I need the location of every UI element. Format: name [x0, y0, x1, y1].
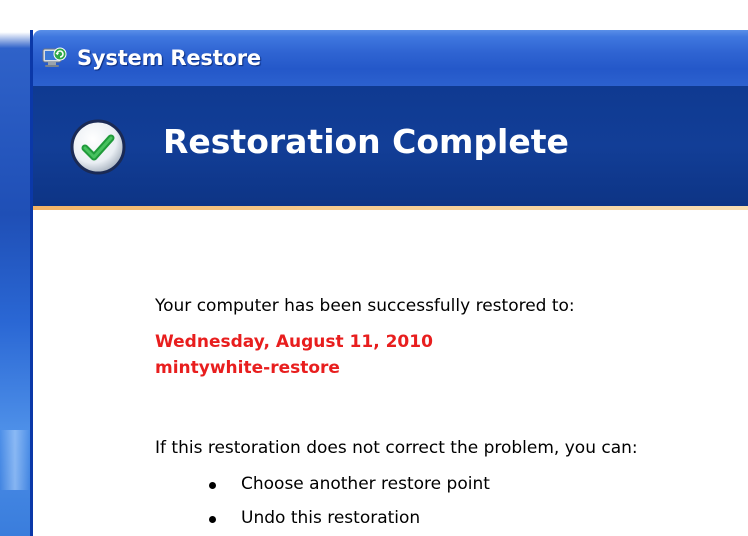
green-checkmark-icon	[69, 118, 127, 176]
system-restore-icon	[41, 45, 67, 69]
bullet-icon	[209, 516, 216, 523]
wizard-content: Your computer has been successfully rest…	[33, 210, 748, 536]
bullet-icon	[209, 482, 216, 489]
system-restore-window: System Restore Restoration Complete Your…	[30, 30, 748, 536]
help-text: If this restoration does not correct the…	[155, 438, 638, 458]
page-title: Restoration Complete	[163, 122, 569, 161]
desktop-wallpaper-streak	[0, 430, 30, 490]
screen: System Restore Restoration Complete Your…	[0, 0, 748, 536]
option-label: Choose another restore point	[241, 474, 490, 494]
restore-point-name: mintywhite-restore	[155, 358, 340, 378]
restore-date: Wednesday, August 11, 2010	[155, 332, 433, 352]
option-label: Undo this restoration	[241, 508, 421, 528]
window-title: System Restore	[77, 46, 261, 70]
restore-intro-text: Your computer has been successfully rest…	[155, 296, 575, 316]
desktop-background	[0, 0, 30, 536]
title-bar[interactable]: System Restore	[33, 30, 748, 86]
